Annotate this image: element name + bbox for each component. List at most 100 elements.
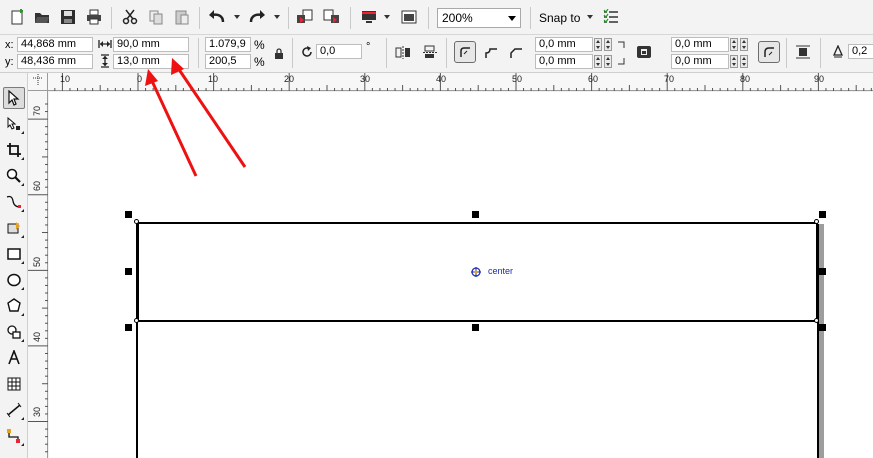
scale-y-field[interactable]: 200,5	[205, 54, 251, 69]
rotation-degree-symbol: °	[366, 41, 371, 53]
selection-handle-bottom-right[interactable]	[819, 324, 826, 331]
shape-tool-icon[interactable]	[3, 113, 25, 135]
polygon-tool-icon[interactable]	[3, 295, 25, 317]
selection-handle-bottom[interactable]	[472, 324, 479, 331]
export-icon[interactable]	[322, 8, 340, 26]
corner-top-left-radius-field[interactable]: 0,0 mm	[535, 37, 593, 52]
chevron-down-icon	[508, 16, 516, 21]
separator	[288, 7, 289, 29]
freehand-tool-icon[interactable]	[3, 191, 25, 213]
separator	[786, 38, 787, 68]
outline-pen-icon[interactable]	[829, 43, 847, 61]
corner-bottom-left-spinner[interactable]	[594, 55, 602, 68]
dimension-tool-icon[interactable]	[3, 399, 25, 421]
outline-width-field[interactable]: 0,2	[848, 44, 873, 59]
launcher-dropdown-icon[interactable]	[384, 15, 390, 19]
corner-top-right-radius-field[interactable]: 0,0 mm	[671, 37, 729, 52]
rectangle-node[interactable]	[134, 219, 139, 224]
cut-icon[interactable]	[121, 8, 139, 26]
lock-ratio-icon[interactable]	[270, 45, 288, 63]
paste-icon[interactable]	[173, 8, 191, 26]
edit-corners-together-icon[interactable]	[635, 43, 653, 61]
separator	[446, 38, 447, 68]
corner-top-left-spinner-alt[interactable]	[604, 38, 612, 51]
save-icon[interactable]	[59, 8, 77, 26]
scale-y-percent: %	[254, 55, 265, 69]
corner-top-right-spinner-alt[interactable]	[740, 38, 748, 51]
table-tool-icon[interactable]	[3, 373, 25, 395]
selection-handle-right[interactable]	[819, 268, 826, 275]
chamfered-corner-icon[interactable]	[507, 43, 525, 61]
zoom-level-select[interactable]: 200%	[437, 8, 521, 28]
corner-bottom-left-spinner-alt[interactable]	[604, 55, 612, 68]
scalloped-corner-icon[interactable]	[482, 43, 500, 61]
new-document-icon[interactable]	[8, 8, 26, 26]
corner-top-right-radius-value: 0,0 mm	[675, 38, 712, 50]
selection-handle-top[interactable]	[472, 211, 479, 218]
vertical-ruler[interactable]: 70 60 50 40 30	[28, 91, 48, 458]
smart-fill-tool-icon[interactable]	[3, 217, 25, 239]
copy-icon[interactable]	[147, 8, 165, 26]
connector-tool-icon[interactable]	[3, 425, 25, 447]
horizontal-ruler[interactable]: 10 0 10 20 30 40 50 60 70 80 90	[48, 73, 873, 91]
scale-x-field[interactable]: 1.079,9	[205, 37, 251, 52]
ruler-label: 50	[512, 74, 523, 84]
y-position-field[interactable]: 48,436 mm	[17, 54, 93, 69]
crop-tool-icon[interactable]	[3, 139, 25, 161]
x-position-label: x:	[5, 39, 14, 51]
mirror-vertical-icon[interactable]	[421, 43, 439, 61]
options-icon[interactable]	[602, 8, 620, 26]
x-position-field[interactable]: 44,868 mm	[17, 37, 93, 52]
zoom-tool-icon[interactable]	[3, 165, 25, 187]
ruler-origin[interactable]	[28, 73, 48, 91]
corner-bottom-left-radius-value: 0,0 mm	[539, 55, 576, 67]
text-tool-icon[interactable]	[3, 347, 25, 369]
snap-to-dropdown-icon[interactable]	[587, 15, 593, 19]
welcome-screen-icon[interactable]	[400, 8, 418, 26]
undo-icon[interactable]	[208, 8, 226, 26]
corner-top-left-spinner[interactable]	[594, 38, 602, 51]
scale-x-value: 1.079,9	[209, 38, 246, 50]
ruler-label: 40	[32, 331, 42, 342]
corner-bottom-right-spinner[interactable]	[730, 55, 738, 68]
selection-handle-left[interactable]	[125, 268, 132, 275]
wrap-text-icon[interactable]	[794, 43, 812, 61]
print-icon[interactable]	[85, 8, 103, 26]
corner-bottom-right-radius-field[interactable]: 0,0 mm	[671, 54, 729, 69]
relative-corner-scaling-icon[interactable]	[758, 41, 780, 63]
object-width-field[interactable]: 90,0 mm	[113, 37, 189, 52]
corner-bottom-left-radius-field[interactable]: 0,0 mm	[535, 54, 593, 69]
round-corner-icon[interactable]	[454, 41, 476, 63]
object-width-value: 90,0 mm	[117, 38, 160, 50]
pick-tool-icon[interactable]	[3, 87, 25, 109]
application-launcher-icon[interactable]	[360, 8, 378, 26]
object-height-value: 13,0 mm	[117, 55, 160, 67]
corner-bottom-right-spinner-alt[interactable]	[740, 55, 748, 68]
rotation-angle-field[interactable]: 0,0	[316, 44, 362, 59]
scale-y-value: 200,5	[209, 55, 237, 67]
rectangle-node[interactable]	[134, 318, 139, 323]
toolbox	[0, 73, 28, 458]
separator	[820, 38, 821, 68]
import-icon[interactable]	[296, 8, 314, 26]
mirror-horizontal-icon[interactable]	[394, 43, 412, 61]
ellipse-tool-icon[interactable]	[3, 269, 25, 291]
selection-handle-top-right[interactable]	[819, 211, 826, 218]
selection-handle-top-left[interactable]	[125, 211, 132, 218]
open-folder-icon[interactable]	[33, 8, 51, 26]
rectangle-node[interactable]	[814, 318, 819, 323]
basic-shapes-tool-icon[interactable]	[3, 321, 25, 343]
redo-icon[interactable]	[248, 8, 266, 26]
redo-dropdown-icon[interactable]	[274, 15, 280, 19]
y-position-label: y:	[5, 56, 14, 68]
snap-to-label[interactable]: Snap to	[539, 11, 580, 25]
object-height-field[interactable]: 13,0 mm	[113, 54, 189, 69]
rectangle-node[interactable]	[814, 219, 819, 224]
selection-handle-bottom-left[interactable]	[125, 324, 132, 331]
outline-width-value: 0,2	[852, 45, 868, 57]
corner-top-right-spinner[interactable]	[730, 38, 738, 51]
rectangle-tool-icon[interactable]	[3, 243, 25, 265]
separator	[111, 7, 112, 29]
separator	[350, 7, 351, 29]
undo-dropdown-icon[interactable]	[234, 15, 240, 19]
